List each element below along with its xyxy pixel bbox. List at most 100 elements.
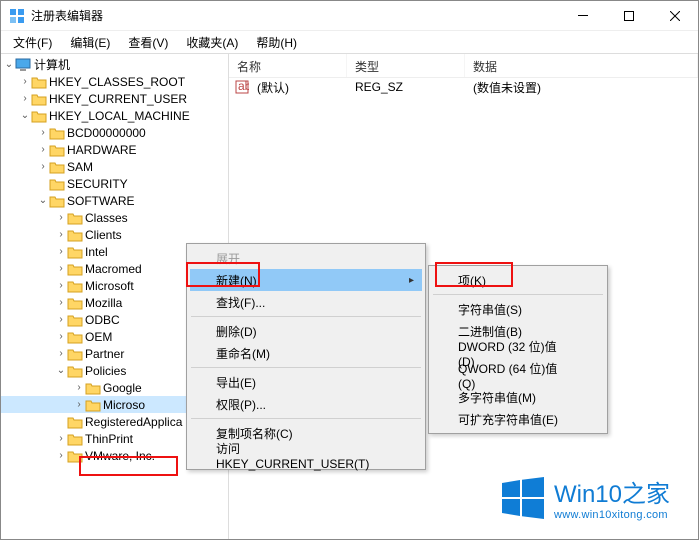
folder-icon xyxy=(85,381,101,395)
menu-file[interactable]: 文件(F) xyxy=(5,32,60,53)
chevron-right-icon[interactable]: › xyxy=(73,399,85,410)
computer-icon xyxy=(15,58,31,72)
ctx-new-key[interactable]: 项(K) xyxy=(432,269,604,291)
chevron-right-icon[interactable]: › xyxy=(55,246,67,257)
separator xyxy=(191,316,421,317)
chevron-right-icon[interactable]: › xyxy=(55,314,67,325)
column-data[interactable]: 数据 xyxy=(465,54,698,77)
chevron-right-icon[interactable]: › xyxy=(37,144,49,155)
app-icon xyxy=(9,8,25,24)
watermark-title: Win10之家 xyxy=(554,474,670,509)
chevron-right-icon[interactable]: › xyxy=(37,161,49,172)
folder-icon xyxy=(67,296,83,310)
folder-icon xyxy=(31,75,47,89)
string-value-icon: ab xyxy=(235,80,249,94)
chevron-right-icon[interactable]: › xyxy=(55,331,67,342)
menu-view[interactable]: 查看(V) xyxy=(120,32,176,53)
chevron-right-icon[interactable]: › xyxy=(55,280,67,291)
ctx-new-qword[interactable]: QWORD (64 位)值(Q) xyxy=(432,364,604,386)
menu-edit[interactable]: 编辑(E) xyxy=(62,32,118,53)
watermark: Win10之家 www.win10xitong.com xyxy=(502,474,670,521)
folder-icon xyxy=(67,415,83,429)
value-type: REG_SZ xyxy=(347,80,465,94)
chevron-right-icon[interactable]: › xyxy=(19,76,31,87)
folder-icon xyxy=(67,449,83,463)
folder-icon xyxy=(49,177,65,191)
tree-node-hkcu[interactable]: ›HKEY_CURRENT_USER xyxy=(1,90,228,107)
chevron-right-icon[interactable]: › xyxy=(55,433,67,444)
windows-logo-icon xyxy=(502,477,544,519)
window-controls xyxy=(560,1,698,31)
folder-icon xyxy=(49,160,65,174)
list-header: 名称 类型 数据 xyxy=(229,54,698,78)
chevron-right-icon[interactable]: › xyxy=(73,382,85,393)
tree-node-hklm[interactable]: ⌄HKEY_LOCAL_MACHINE xyxy=(1,107,228,124)
chevron-right-icon[interactable]: › xyxy=(55,229,67,240)
tree-node-clients[interactable]: ›Clients xyxy=(1,226,228,243)
ctx-new[interactable]: 新建(N) xyxy=(190,269,422,291)
ctx-new-expandstring[interactable]: 可扩充字符串值(E) xyxy=(432,408,604,430)
chevron-right-icon[interactable]: › xyxy=(55,263,67,274)
menubar: 文件(F) 编辑(E) 查看(V) 收藏夹(A) 帮助(H) xyxy=(1,31,698,53)
close-button[interactable] xyxy=(652,1,698,31)
tree-node-software[interactable]: ⌄SOFTWARE xyxy=(1,192,228,209)
chevron-down-icon[interactable]: ⌄ xyxy=(37,195,49,206)
tree-node-computer[interactable]: ⌄计算机 xyxy=(1,56,228,73)
chevron-right-icon[interactable]: › xyxy=(55,348,67,359)
value-row-default[interactable]: ab (默认) REG_SZ (数值未设置) xyxy=(229,78,698,96)
watermark-url: www.win10xitong.com xyxy=(554,509,670,521)
svg-text:ab: ab xyxy=(238,80,249,93)
tree-node-security[interactable]: SECURITY xyxy=(1,175,228,192)
folder-icon xyxy=(67,330,83,344)
ctx-new-string[interactable]: 字符串值(S) xyxy=(432,298,604,320)
context-menu-main: 展开 新建(N) 查找(F)... 删除(D) 重命名(M) 导出(E) 权限(… xyxy=(186,243,426,470)
separator xyxy=(191,418,421,419)
chevron-down-icon[interactable]: ⌄ xyxy=(19,110,31,121)
separator xyxy=(433,294,603,295)
tree-node-sam[interactable]: ›SAM xyxy=(1,158,228,175)
folder-icon xyxy=(31,92,47,106)
tree-node-hkcr[interactable]: ›HKEY_CLASSES_ROOT xyxy=(1,73,228,90)
ctx-new-multistring[interactable]: 多字符串值(M) xyxy=(432,386,604,408)
folder-icon xyxy=(67,364,83,378)
ctx-find[interactable]: 查找(F)... xyxy=(190,291,422,313)
minimize-button[interactable] xyxy=(560,1,606,31)
tree-node-hardware[interactable]: ›HARDWARE xyxy=(1,141,228,158)
tree-node-classes[interactable]: ›Classes xyxy=(1,209,228,226)
column-name[interactable]: 名称 xyxy=(229,54,347,77)
menu-help[interactable]: 帮助(H) xyxy=(248,32,305,53)
ctx-goto-hkcu[interactable]: 访问 HKEY_CURRENT_USER(T) xyxy=(190,444,422,466)
chevron-right-icon[interactable]: › xyxy=(19,93,31,104)
column-type[interactable]: 类型 xyxy=(347,54,465,77)
menu-favorites[interactable]: 收藏夹(A) xyxy=(178,32,246,53)
folder-icon xyxy=(49,143,65,157)
folder-icon xyxy=(31,109,47,123)
chevron-right-icon[interactable]: › xyxy=(55,450,67,461)
folder-icon xyxy=(67,245,83,259)
chevron-down-icon[interactable]: ⌄ xyxy=(3,59,15,70)
folder-icon xyxy=(67,347,83,361)
folder-icon xyxy=(49,126,65,140)
ctx-export[interactable]: 导出(E) xyxy=(190,371,422,393)
folder-icon xyxy=(67,313,83,327)
maximize-button[interactable] xyxy=(606,1,652,31)
chevron-right-icon[interactable]: › xyxy=(55,212,67,223)
context-submenu-new: 项(K) 字符串值(S) 二进制值(B) DWORD (32 位)值(D) QW… xyxy=(428,265,608,434)
ctx-expand[interactable]: 展开 xyxy=(190,247,422,269)
chevron-right-icon[interactable]: › xyxy=(55,297,67,308)
ctx-rename[interactable]: 重命名(M) xyxy=(190,342,422,364)
folder-icon xyxy=(67,211,83,225)
window-title: 注册表编辑器 xyxy=(31,7,560,24)
folder-icon xyxy=(67,262,83,276)
ctx-permissions[interactable]: 权限(P)... xyxy=(190,393,422,415)
chevron-down-icon[interactable]: ⌄ xyxy=(55,365,67,376)
chevron-right-icon[interactable]: › xyxy=(37,127,49,138)
separator xyxy=(191,367,421,368)
ctx-delete[interactable]: 删除(D) xyxy=(190,320,422,342)
folder-icon xyxy=(85,398,101,412)
value-data: (数值未设置) xyxy=(465,79,549,96)
titlebar: 注册表编辑器 xyxy=(1,1,698,31)
folder-icon xyxy=(49,194,65,208)
value-name: (默认) xyxy=(249,79,347,96)
tree-node-bcd[interactable]: ›BCD00000000 xyxy=(1,124,228,141)
